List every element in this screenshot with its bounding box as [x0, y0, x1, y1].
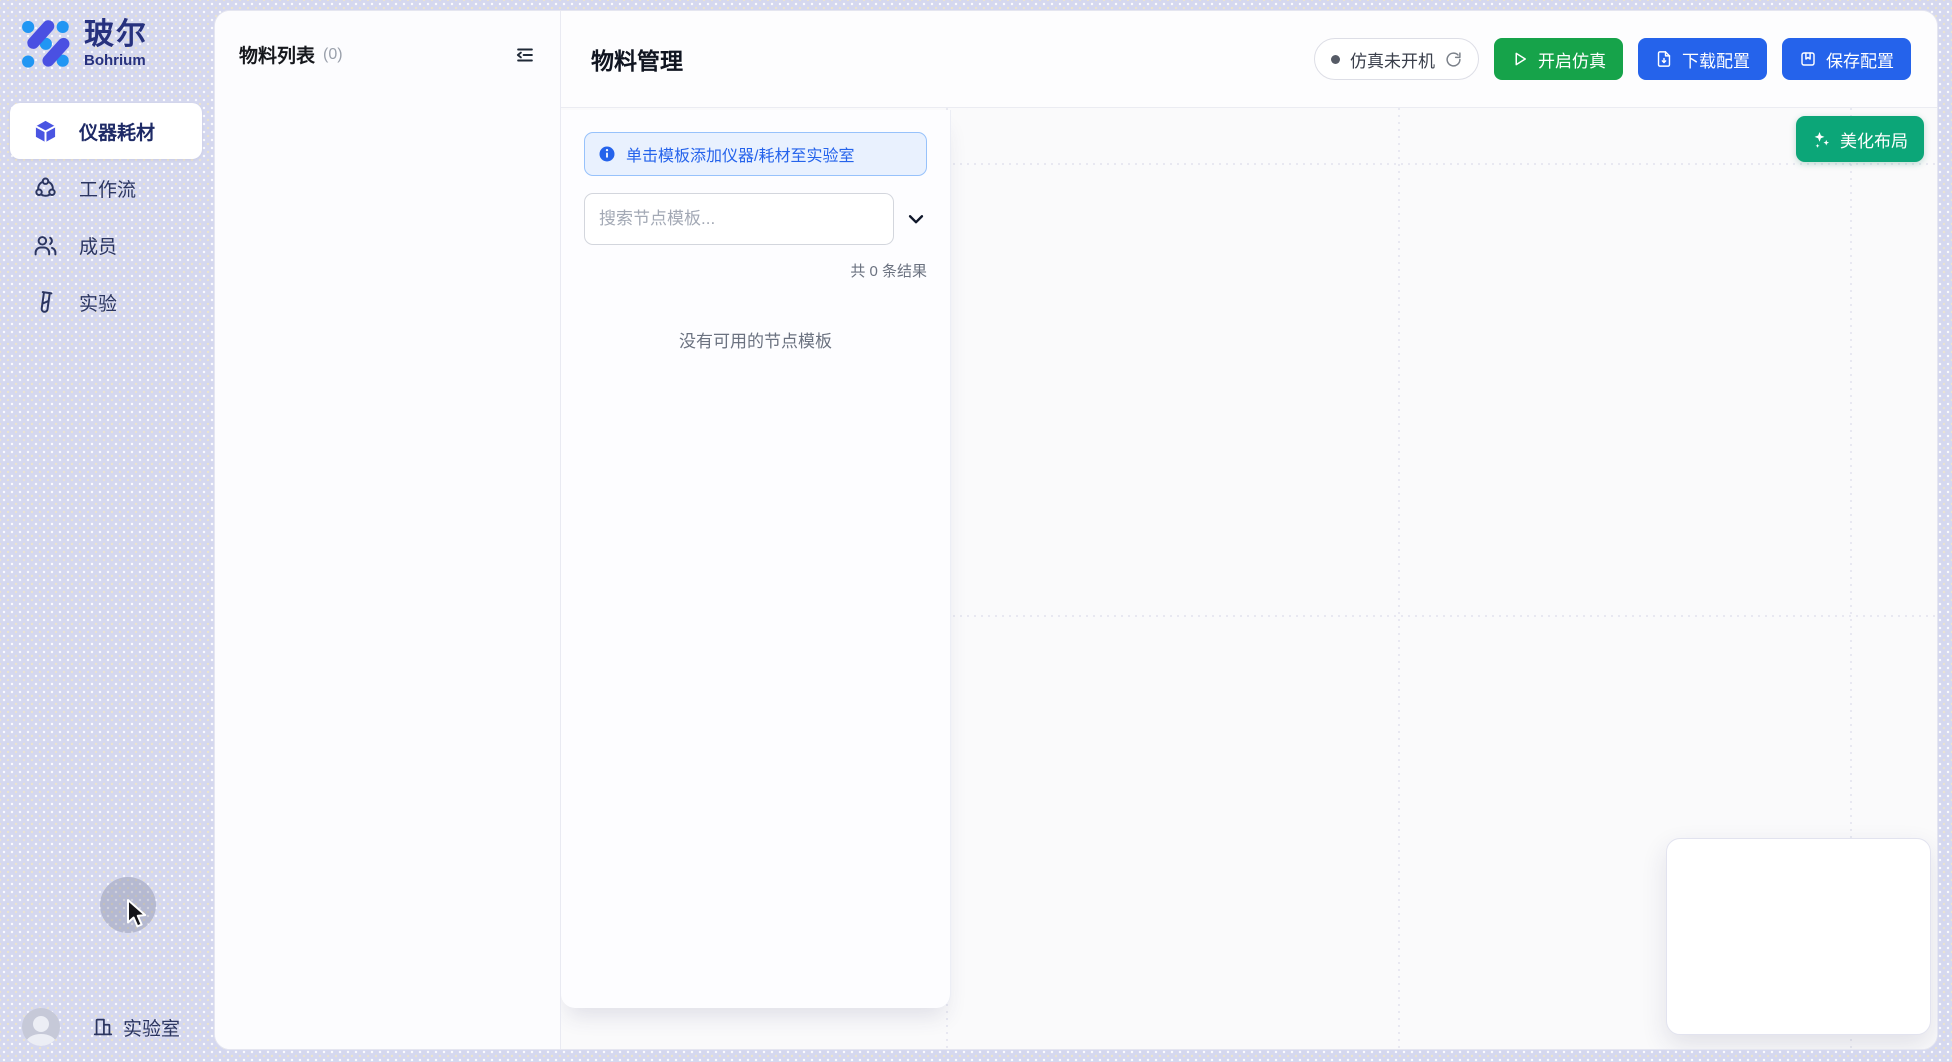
main-header: 物料管理 仿真未开机 [561, 11, 1937, 108]
lab-entry-label: 实验室 [123, 1014, 180, 1041]
flow-canvas[interactable]: 单击模板添加仪器/耗材至实验室 共 0 条结果 没有可用的节点模板 [561, 108, 1937, 1049]
building-icon [92, 1016, 114, 1038]
hint-banner: 单击模板添加仪器/耗材至实验室 [584, 132, 927, 176]
materials-list-count: (0) [323, 46, 343, 64]
simulation-status-text: 仿真未开机 [1350, 47, 1435, 72]
empty-state-text: 没有可用的节点模板 [584, 327, 927, 352]
brand-name-zh: 玻尔 [84, 18, 148, 52]
materials-panel: 物料列表 (0) [215, 11, 561, 1049]
sidebar-item-label: 工作流 [79, 175, 136, 202]
file-download-icon [1655, 50, 1673, 68]
test-tube-icon [33, 290, 58, 315]
page-title: 物料管理 [591, 42, 683, 76]
sidebar-item-label: 仪器耗材 [79, 118, 155, 145]
brand-name-en: Bohrium [84, 52, 148, 69]
status-dot-icon [1331, 55, 1340, 64]
start-simulation-label: 开启仿真 [1538, 47, 1606, 72]
sidebar-item-members[interactable]: 成员 [10, 217, 202, 273]
bohrium-logo-icon [18, 16, 72, 70]
beautify-layout-button[interactable]: 美化布局 [1796, 116, 1924, 162]
simulation-status-pill[interactable]: 仿真未开机 [1314, 38, 1479, 80]
beautify-layout-label: 美化布局 [1840, 127, 1908, 152]
result-count: 共 0 条结果 [584, 260, 927, 281]
search-input[interactable] [584, 193, 894, 245]
lab-entry[interactable]: 实验室 [92, 1014, 180, 1041]
users-icon [33, 233, 58, 258]
sidebar-item-label: 实验 [79, 289, 117, 316]
main-area: 物料管理 仿真未开机 [561, 11, 1937, 1049]
search-row [584, 193, 927, 245]
workflow-icon [33, 176, 58, 201]
start-simulation-button[interactable]: 开启仿真 [1494, 38, 1623, 80]
sidebar-item-label: 成员 [79, 232, 117, 259]
save-config-label: 保存配置 [1826, 47, 1894, 72]
sidebar-item-workflow[interactable]: 工作流 [10, 160, 202, 216]
save-icon [1799, 50, 1817, 68]
materials-panel-header: 物料列表 (0) [239, 41, 536, 68]
sparkles-icon [1812, 130, 1831, 149]
cube-icon [33, 119, 58, 144]
save-config-button[interactable]: 保存配置 [1782, 38, 1911, 80]
sidebar-footer: 实验室 [22, 1008, 180, 1046]
chevron-down-icon[interactable] [905, 208, 927, 230]
minimap-panel[interactable] [1666, 838, 1931, 1035]
collapse-panel-icon[interactable] [514, 44, 536, 66]
hint-banner-text: 单击模板添加仪器/耗材至实验室 [626, 142, 854, 166]
info-icon [598, 145, 616, 163]
brand-logo: 玻尔 Bohrium [18, 16, 148, 70]
sidebar-nav: 仪器耗材 工作流 成员 [10, 103, 202, 331]
node-template-panel: 单击模板添加仪器/耗材至实验室 共 0 条结果 没有可用的节点模板 [561, 110, 951, 1008]
play-icon [1511, 50, 1529, 68]
refresh-icon[interactable] [1445, 51, 1462, 68]
sidebar-item-instruments[interactable]: 仪器耗材 [10, 103, 202, 159]
sidebar-item-experiments[interactable]: 实验 [10, 274, 202, 330]
content-card: 物料列表 (0) 物料管理 仿真未开机 [214, 10, 1938, 1050]
mouse-cursor [125, 898, 149, 932]
download-config-button[interactable]: 下载配置 [1638, 38, 1767, 80]
materials-list-title: 物料列表 [239, 41, 315, 68]
download-config-label: 下载配置 [1682, 47, 1750, 72]
header-actions: 仿真未开机 开启仿真 [1314, 38, 1911, 80]
user-avatar[interactable] [22, 1008, 60, 1046]
bohrium-app: { "brand": { "zh": "玻尔", "en": "Bohrium"… [0, 0, 1952, 1062]
